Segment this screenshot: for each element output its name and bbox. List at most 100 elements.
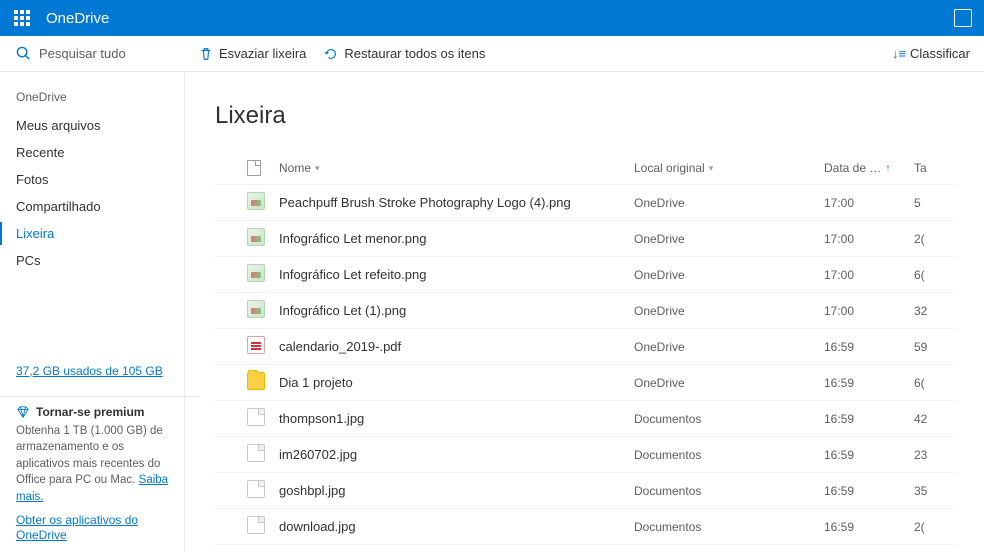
file-size: 2( (914, 520, 954, 534)
img-icon (247, 264, 265, 282)
img-icon (247, 192, 265, 210)
pdf-icon (247, 336, 265, 354)
sidebar-item-meus-arquivos[interactable]: Meus arquivos (16, 112, 184, 139)
file-size: 32 (914, 304, 954, 318)
file-name: Dia 1 projeto (279, 375, 634, 390)
file-location: OneDrive (634, 340, 824, 354)
table-row[interactable]: Infográfico Let (1).pngOneDrive17:0032 (215, 292, 954, 328)
file-name: Infográfico Let refeito.png (279, 267, 634, 282)
file-location: OneDrive (634, 304, 824, 318)
file-name: calendario_2019-.pdf (279, 339, 634, 354)
table-header: Nome ▾ Local original ▾ Data de … ↑ Ta (215, 160, 954, 184)
sidebar-divider (0, 396, 200, 397)
file-location: OneDrive (634, 376, 824, 390)
app-header: OneDrive (0, 0, 984, 36)
search-icon (16, 46, 31, 61)
table-row[interactable]: thompson1.jpgDocumentos16:5942 (215, 400, 954, 436)
file-date: 16:59 (824, 520, 914, 534)
file-date: 16:59 (824, 448, 914, 462)
table-row[interactable]: download.jpgDocumentos16:592( (215, 508, 954, 544)
file-date: 16:59 (824, 340, 914, 354)
img-icon (247, 300, 265, 318)
sidebar-item-recente[interactable]: Recente (16, 139, 184, 166)
file-date: 17:00 (824, 196, 914, 210)
file-date: 17:00 (824, 304, 914, 318)
restore-all-button[interactable]: Restaurar todos os itens (324, 46, 485, 61)
file-location: Documentos (634, 448, 824, 462)
premium-diamond-icon (16, 405, 30, 419)
column-size[interactable]: Ta (914, 161, 954, 175)
command-bar: Pesquisar tudo Esvaziar lixeira Restaura… (0, 36, 984, 72)
chevron-down-icon: ▾ (709, 163, 714, 174)
file-date: 16:59 (824, 484, 914, 498)
sidebar-item-lixeira[interactable]: Lixeira (16, 220, 184, 247)
file-size: 2( (914, 232, 954, 246)
trash-icon (199, 47, 213, 61)
file-location: Documentos (634, 520, 824, 534)
sidebar-root-label[interactable]: OneDrive (16, 90, 184, 104)
get-apps-link[interactable]: Obter os aplicativos do OneDrive (16, 513, 184, 544)
restore-icon (324, 47, 338, 61)
file-location: Documentos (634, 412, 824, 426)
premium-title-button[interactable]: Tornar-se premium (16, 405, 172, 419)
file-name: Infográfico Let (1).png (279, 303, 634, 318)
sidebar-item-fotos[interactable]: Fotos (16, 166, 184, 193)
table-row[interactable]: Dia 1 projetoOneDrive16:596( (215, 364, 954, 400)
header-app-icon[interactable] (954, 9, 972, 27)
img-icon (247, 228, 265, 246)
file-name: goshbpl.jpg (279, 483, 634, 498)
file-date: 16:59 (824, 412, 914, 426)
sort-button[interactable]: ↓≡ Classificar (892, 46, 970, 61)
file-size: 35 (914, 484, 954, 498)
table-row[interactable]: download (2).jpgDocumentos16:592( (215, 544, 954, 552)
table-row[interactable]: Infográfico Let menor.pngOneDrive17:002( (215, 220, 954, 256)
sort-icon: ↓≡ (892, 46, 906, 61)
file-name: Peachpuff Brush Stroke Photography Logo … (279, 195, 634, 210)
file-name: thompson1.jpg (279, 411, 634, 426)
file-location: Documentos (634, 484, 824, 498)
search-input[interactable]: Pesquisar tudo (0, 46, 185, 61)
generic-icon (247, 408, 265, 426)
file-size: 59 (914, 340, 954, 354)
chevron-down-icon: ▾ (315, 163, 320, 174)
file-location: OneDrive (634, 196, 824, 210)
sidebar-item-compartilhado[interactable]: Compartilhado (16, 193, 184, 220)
premium-title-text: Tornar-se premium (36, 405, 144, 419)
file-size: 6( (914, 376, 954, 390)
file-name: Infográfico Let menor.png (279, 231, 634, 246)
file-location: OneDrive (634, 232, 824, 246)
sort-label: Classificar (910, 46, 970, 61)
file-date: 17:00 (824, 268, 914, 282)
sidebar-item-pcs[interactable]: PCs (16, 247, 184, 274)
table-row[interactable]: calendario_2019-.pdfOneDrive16:5959 (215, 328, 954, 364)
table-row[interactable]: im260702.jpgDocumentos16:5923 (215, 436, 954, 472)
storage-usage-link[interactable]: 37,2 GB usados de 105 GB (16, 362, 184, 388)
column-filetype[interactable] (247, 160, 279, 176)
app-launcher-icon[interactable] (12, 8, 32, 28)
premium-promo: Tornar-se premium Obtenha 1 TB (1.000 GB… (16, 405, 184, 503)
file-size: 5 (914, 196, 954, 210)
file-icon (247, 160, 261, 176)
empty-recyclebin-label: Esvaziar lixeira (219, 46, 306, 61)
restore-all-label: Restaurar todos os itens (344, 46, 485, 61)
file-size: 42 (914, 412, 954, 426)
sort-asc-icon: ↑ (885, 163, 890, 174)
generic-icon (247, 480, 265, 498)
file-name: download.jpg (279, 519, 634, 534)
table-row[interactable]: Peachpuff Brush Stroke Photography Logo … (215, 184, 954, 220)
column-name[interactable]: Nome ▾ (279, 161, 634, 175)
file-location: OneDrive (634, 268, 824, 282)
file-date: 17:00 (824, 232, 914, 246)
column-date[interactable]: Data de … ↑ (824, 161, 914, 175)
table-row[interactable]: Infográfico Let refeito.pngOneDrive17:00… (215, 256, 954, 292)
file-date: 16:59 (824, 376, 914, 390)
sidebar: OneDrive Meus arquivosRecenteFotosCompar… (0, 72, 185, 552)
column-location[interactable]: Local original ▾ (634, 161, 824, 175)
folder-icon (247, 372, 265, 390)
page-title: Lixeira (215, 102, 954, 130)
main-content: Lixeira Nome ▾ Local original ▾ Data de … (185, 72, 984, 552)
empty-recyclebin-button[interactable]: Esvaziar lixeira (199, 46, 306, 61)
table-row[interactable]: goshbpl.jpgDocumentos16:5935 (215, 472, 954, 508)
file-size: 6( (914, 268, 954, 282)
generic-icon (247, 444, 265, 462)
